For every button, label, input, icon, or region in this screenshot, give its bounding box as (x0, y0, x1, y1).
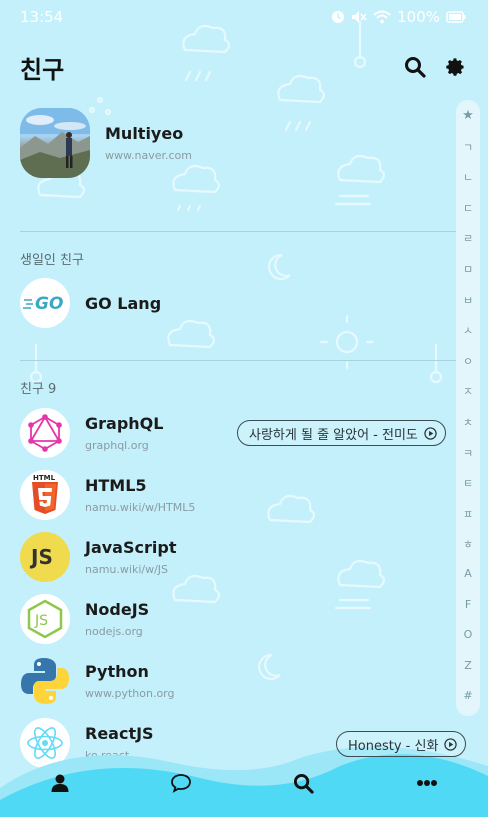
friend-row-html5[interactable]: HTML HTML5 namu.wiki/w/HTML5 (20, 470, 195, 520)
nav-friends-tab[interactable] (47, 770, 73, 796)
alarm-icon (332, 11, 345, 23)
nav-more-tab[interactable] (414, 770, 440, 796)
mute-icon (352, 11, 367, 23)
index-item[interactable]: ㄷ (456, 200, 480, 216)
index-item[interactable]: ㅊ (456, 414, 480, 430)
status-bar: 13:54 100% (0, 0, 488, 34)
friend-name: HTML5 (85, 476, 147, 495)
index-item[interactable]: ★ (456, 108, 480, 123)
app-header: 친구 (0, 44, 488, 90)
friend-row-javascript[interactable]: JS JavaScript namu.wiki/w/JS (20, 532, 176, 582)
music-status-text: Honesty - 신화 (348, 738, 439, 754)
friend-row-python[interactable]: Python www.python.org (20, 656, 175, 706)
battery-icon (446, 11, 466, 23)
index-item[interactable]: ㅋ (456, 445, 480, 461)
gear-icon (446, 58, 464, 76)
friend-row-graphql[interactable]: GraphQL graphql.org (20, 408, 163, 458)
nav-search-tab[interactable] (290, 770, 316, 796)
my-profile[interactable]: Multiyeo www.naver.com (20, 108, 192, 178)
profile-subtitle: www.naver.com (105, 149, 192, 162)
nav-chats-tab[interactable] (168, 770, 194, 796)
divider (20, 231, 456, 232)
index-item[interactable]: # (456, 689, 480, 702)
friend-name: Python (85, 662, 149, 681)
index-item[interactable]: ㅍ (456, 506, 480, 522)
svg-text:HTML: HTML (33, 474, 56, 482)
friend-name: GO Lang (85, 293, 162, 313)
index-scrollbar[interactable]: ★ ㄱㄴㄷㄹㅁㅂㅅㅇㅈㅊㅋㅌㅍㅎ A F O Z # (456, 100, 480, 716)
status-time: 13:54 (20, 8, 64, 26)
friend-subtitle: www.python.org (85, 687, 175, 700)
page-title: 친구 (20, 55, 65, 84)
birthday-friend-row[interactable]: GO GO Lang (20, 278, 161, 328)
graphql-logo (20, 408, 70, 458)
index-item[interactable]: ㅂ (456, 292, 480, 308)
search-icon (293, 773, 314, 794)
play-icon (444, 737, 458, 751)
settings-button[interactable] (442, 54, 468, 80)
birthday-section-label: 생일인 친구 (20, 253, 84, 268)
status-icons: 100% (331, 8, 466, 26)
play-icon (424, 426, 437, 440)
chat-bubble-icon (171, 774, 191, 793)
index-item[interactable]: Z (456, 659, 480, 672)
js-logo: JS (20, 532, 70, 582)
python-logo (20, 656, 70, 706)
index-item[interactable]: ㅅ (456, 322, 480, 338)
more-dots-icon (417, 780, 437, 786)
html5-logo: HTML (20, 470, 70, 520)
search-button[interactable] (402, 54, 428, 80)
music-status-text: 사랑하게 될 줄 알았어 - 전미도 (249, 427, 418, 443)
friend-name: NodeJS (85, 600, 150, 619)
index-item[interactable]: F (456, 598, 480, 611)
index-item[interactable]: A (456, 567, 480, 580)
friend-subtitle: namu.wiki/w/HTML5 (85, 501, 196, 514)
golang-logo: GO (20, 278, 70, 328)
battery-percent: 100% (397, 8, 440, 26)
index-item[interactable]: ㄴ (456, 169, 480, 185)
friend-name: JavaScript (85, 538, 177, 557)
svg-text:JS: JS (34, 613, 48, 629)
friends-section-label: 친구 9 (20, 382, 57, 397)
music-status-pill[interactable]: 사랑하게 될 줄 알았어 - 전미도 (237, 420, 446, 446)
profile-avatar (20, 108, 90, 178)
search-icon (405, 57, 426, 78)
index-item[interactable]: ㅁ (456, 261, 480, 277)
svg-text:GO: GO (35, 294, 63, 314)
index-item[interactable]: ㅈ (456, 383, 480, 399)
landscape-photo (20, 108, 90, 178)
nodejs-logo: JS (20, 594, 70, 644)
index-item[interactable]: ㅌ (456, 475, 480, 491)
friend-subtitle: nodejs.org (85, 625, 143, 638)
music-status-pill[interactable]: Honesty - 신화 (336, 731, 467, 757)
index-item[interactable]: ㄹ (456, 230, 480, 246)
friend-subtitle: namu.wiki/w/JS (85, 563, 169, 576)
index-item[interactable]: ㅇ (456, 353, 480, 369)
person-icon (51, 774, 69, 792)
wifi-icon (373, 10, 391, 24)
svg-text:JS: JS (29, 545, 53, 569)
index-item[interactable]: ㄱ (456, 139, 480, 155)
index-item[interactable]: ㅎ (456, 536, 480, 552)
friend-name: GraphQL (85, 414, 164, 433)
friend-subtitle: graphql.org (85, 439, 149, 452)
divider (20, 360, 456, 361)
index-item[interactable]: O (456, 628, 480, 641)
profile-name: Multiyeo (105, 124, 184, 143)
friend-row-nodejs[interactable]: JS NodeJS nodejs.org (20, 594, 149, 644)
